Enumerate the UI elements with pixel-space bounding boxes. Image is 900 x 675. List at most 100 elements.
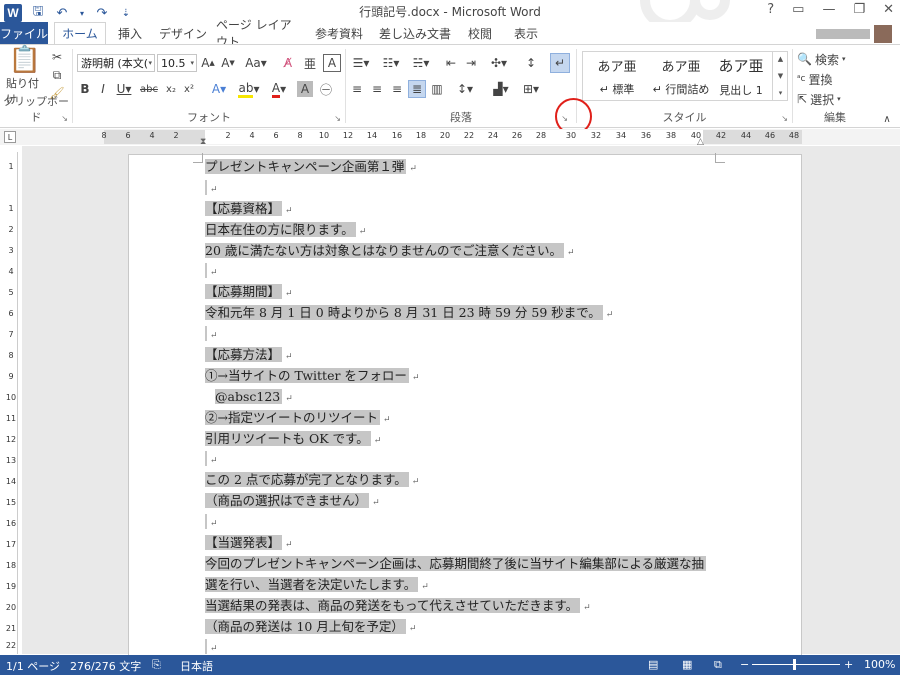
highlight-icon[interactable]: ab ▾: [237, 81, 261, 98]
tab-page-layout[interactable]: ページ レイアウト: [216, 18, 302, 49]
language-indicator[interactable]: 日本語: [180, 658, 213, 674]
avatar[interactable]: [874, 25, 892, 43]
clear-formatting-icon[interactable]: A̸: [279, 55, 297, 71]
zoom-out-button[interactable]: −: [740, 658, 749, 671]
vertical-ruler[interactable]: 1 1 2 3 4 5 6 7 8 9 10 11 12 13 14 15 16…: [4, 152, 18, 654]
distributed-icon[interactable]: ▥: [428, 81, 446, 97]
copy-icon[interactable]: ⧉: [48, 67, 66, 83]
strikethrough-icon[interactable]: abc: [139, 81, 159, 97]
character-shading-icon[interactable]: A: [297, 81, 313, 97]
ruler-number: 2: [173, 131, 179, 140]
show-formatting-icon[interactable]: ↵: [550, 53, 570, 73]
increase-indent-icon[interactable]: ⇥: [462, 55, 480, 71]
sort-icon[interactable]: ↕: [522, 55, 540, 71]
align-right-icon[interactable]: ≡: [388, 81, 406, 97]
zoom-in-button[interactable]: +: [844, 658, 853, 671]
font-size-select[interactable]: 10.5 ▾: [157, 54, 197, 72]
web-layout-icon[interactable]: ⧉: [714, 658, 722, 672]
proofing-icon[interactable]: ⎘: [152, 658, 161, 672]
ruler-number: 1: [8, 162, 14, 171]
numbering-icon[interactable]: ☷▾: [378, 55, 404, 71]
cut-icon[interactable]: ✂: [48, 49, 66, 65]
page-count[interactable]: 1/1 ページ: [6, 658, 60, 674]
decrease-indent-icon[interactable]: ⇤: [442, 55, 460, 71]
tab-review[interactable]: 校閲: [462, 22, 498, 44]
asian-layout-icon[interactable]: ✣▾: [486, 55, 512, 71]
replace-button[interactable]: ᵃc 置換: [797, 71, 833, 87]
justify-icon[interactable]: ≣: [408, 80, 426, 98]
undo-icon[interactable]: ↶: [54, 6, 70, 21]
character-border-icon[interactable]: A: [323, 54, 341, 72]
zoom-slider-thumb[interactable]: [793, 659, 796, 670]
line-spacing-icon[interactable]: ↕▾: [452, 81, 478, 97]
grow-font-icon[interactable]: A ▲: [199, 55, 217, 71]
align-left-icon[interactable]: ≡: [348, 81, 366, 97]
editing-group: 🔍 検索 ▾ ᵃc 置換 ⇱ 選択 ▾ 編集: [793, 45, 877, 127]
ribbon-display-icon[interactable]: ▭: [792, 2, 804, 17]
ruler-number: 3: [8, 246, 14, 255]
zoom-slider-track[interactable]: [752, 664, 840, 665]
tab-selector-icon[interactable]: L: [4, 131, 16, 143]
ruler-number: 22: [463, 131, 475, 140]
tab-mailings[interactable]: 差し込み文書: [378, 22, 452, 44]
font-name-select[interactable]: 游明朝 (本文(▾: [77, 54, 155, 72]
shrink-font-icon[interactable]: A ▼: [219, 55, 237, 71]
change-case-icon[interactable]: Aa▾: [243, 55, 269, 71]
font-group-label: フォント: [187, 111, 231, 124]
ruler-number: 18: [415, 131, 427, 140]
ruler-number: 44: [740, 131, 752, 140]
document-body[interactable]: プレゼントキャンペーン企画第１弾 ↵ ↵ 【応募資格】 ↵ 日本在住の方に限ります。…: [205, 157, 725, 658]
ruler-number: 32: [590, 131, 602, 140]
tab-references[interactable]: 参考資料: [312, 22, 366, 44]
word-count[interactable]: 276/276 文字: [70, 658, 141, 674]
list-item: ①→当サイトの Twitter をフォロー ↵: [205, 367, 420, 383]
document-area[interactable]: プレゼントキャンペーン企画第１弾 ↵ ↵ 【応募資格】 ↵ 日本在住の方に限ります。…: [22, 146, 900, 674]
align-center-icon[interactable]: ≡: [368, 81, 386, 97]
chevron-down-icon: ▾: [190, 59, 194, 67]
zoom-level[interactable]: 100%: [864, 658, 895, 671]
clipboard-launcher-icon[interactable]: ↘: [61, 114, 68, 123]
paragraph-group: ☰▾ ☷▾ ☵▾ ⇤ ⇥ ✣▾ ↕ ↵ ≡ ≡ ≡ ≣ ▥ ↕▾ ▟▾ ⊞▾ 段…: [346, 45, 576, 127]
font-color-icon[interactable]: A ▾: [267, 81, 291, 98]
redo-icon[interactable]: ↷: [94, 6, 110, 21]
horizontal-ruler[interactable]: L 8 6 4 2 2 4 6 8 10 12 14 16 18 20 22 2…: [0, 129, 900, 147]
styles-launcher-icon[interactable]: ↘: [781, 114, 788, 123]
bullets-icon[interactable]: ☰▾: [348, 55, 374, 71]
find-button[interactable]: 🔍 検索 ▾: [797, 51, 845, 67]
subscript-icon[interactable]: x₂: [163, 81, 179, 97]
font-launcher-icon[interactable]: ↘: [334, 114, 341, 123]
tab-insert[interactable]: 挿入: [112, 22, 148, 44]
replace-icon: ᵃc: [797, 74, 806, 84]
customize-icon[interactable]: ⇣: [118, 8, 134, 19]
account-area[interactable]: [816, 25, 892, 43]
window-controls: ? ▭ — ❐ ✕: [767, 2, 894, 17]
restore-icon[interactable]: ❐: [853, 2, 865, 17]
ruler-number: 4: [8, 267, 14, 276]
save-icon[interactable]: 🖫: [30, 2, 46, 24]
tab-view[interactable]: 表示: [508, 22, 544, 44]
select-button[interactable]: ⇱ 選択 ▾: [797, 91, 841, 107]
help-icon[interactable]: ?: [767, 2, 774, 17]
tab-file[interactable]: ファイル: [0, 22, 48, 44]
minimize-icon[interactable]: —: [822, 2, 835, 17]
read-mode-icon[interactable]: ▤: [648, 658, 658, 671]
undo-dropdown-icon[interactable]: ▾: [78, 9, 86, 18]
margin-corner-mark: [193, 153, 203, 163]
print-layout-icon[interactable]: ▦: [682, 658, 692, 671]
bold-icon[interactable]: B: [77, 81, 93, 97]
enclose-characters-icon[interactable]: ㊀: [317, 81, 335, 97]
superscript-icon[interactable]: x²: [181, 81, 197, 97]
borders-icon[interactable]: ⊞▾: [518, 81, 544, 97]
shading-icon[interactable]: ▟▾: [488, 81, 514, 97]
collapse-ribbon-icon[interactable]: ∧: [880, 113, 894, 125]
tab-design[interactable]: デザイン: [158, 22, 208, 44]
tab-home[interactable]: ホーム: [54, 22, 106, 44]
multilevel-list-icon[interactable]: ☵▾: [408, 55, 434, 71]
italic-icon[interactable]: I: [95, 81, 111, 97]
close-icon[interactable]: ✕: [883, 2, 894, 17]
text-effects-icon[interactable]: A▾: [207, 81, 231, 97]
document-page[interactable]: プレゼントキャンペーン企画第１弾 ↵ ↵ 【応募資格】 ↵ 日本在住の方に限ります。…: [128, 153, 802, 674]
underline-icon[interactable]: U▾: [113, 81, 135, 97]
word-app-icon[interactable]: W: [4, 4, 22, 22]
phonetic-guide-icon[interactable]: 亜: [301, 55, 319, 71]
